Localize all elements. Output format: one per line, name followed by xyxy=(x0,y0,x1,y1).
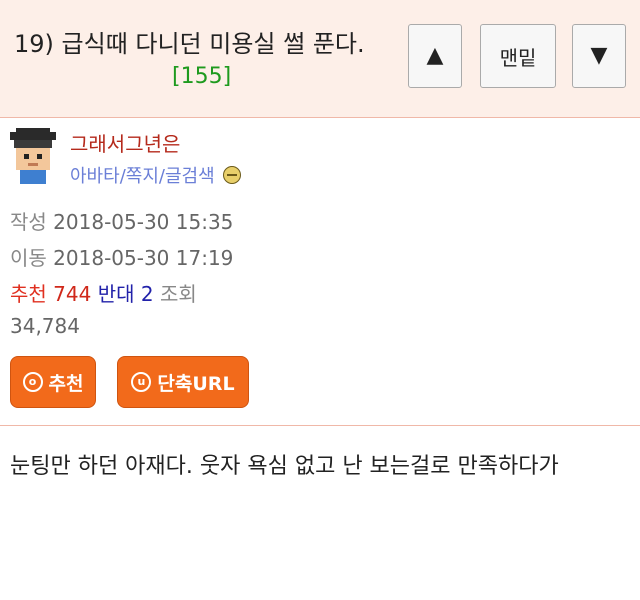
avatar-link[interactable]: 아바타 xyxy=(70,166,120,187)
pixel-avatar-icon[interactable] xyxy=(10,128,56,184)
triangle-up-icon: ▲ xyxy=(426,43,444,68)
post-title: 19) 급식때 다니던 미용실 썰 푼다. xyxy=(14,30,365,58)
comment-count[interactable]: [155] xyxy=(172,64,231,89)
author-links: 아바타/쪽지/글검색 xyxy=(70,162,241,188)
member-level-icon xyxy=(222,166,241,184)
scroll-top-button[interactable]: ▲ xyxy=(408,24,462,88)
short-url-badge-icon: u xyxy=(131,372,152,392)
view-count: 34,784 xyxy=(10,314,80,338)
moved-date: 이동 2018-05-30 17:19 xyxy=(10,246,234,270)
author-section: 그래서그년은 아바타/쪽지/글검색 작성 2018-05-30 15:35 이동… xyxy=(0,118,640,426)
recommend-button[interactable]: o 추천 xyxy=(10,356,96,408)
post-header: 19) 급식때 다니던 미용실 썰 푼다. [155] ▲ 맨밑 ▼ xyxy=(0,0,640,118)
triangle-down-icon: ▼ xyxy=(590,43,608,68)
recommend-badge-icon: o xyxy=(22,372,43,392)
post-content: 눈팅만 하던 아재다. 웃자 욕심 없고 난 보는걸로 만족하다가 xyxy=(10,454,559,479)
author-nickname[interactable]: 그래서그년은 xyxy=(70,128,180,157)
written-date: 작성 2018-05-30 15:35 xyxy=(10,210,234,234)
scroll-down-button[interactable]: ▼ xyxy=(572,24,626,88)
scroll-bottom-button[interactable]: 맨밑 xyxy=(480,24,556,88)
vote-stats: 추천 744 반대 2 조회 xyxy=(10,282,197,306)
short-url-button[interactable]: u 단축URL xyxy=(117,356,249,408)
message-link[interactable]: 쪽지 xyxy=(126,166,159,187)
post-search-link[interactable]: 글검색 xyxy=(165,166,215,187)
